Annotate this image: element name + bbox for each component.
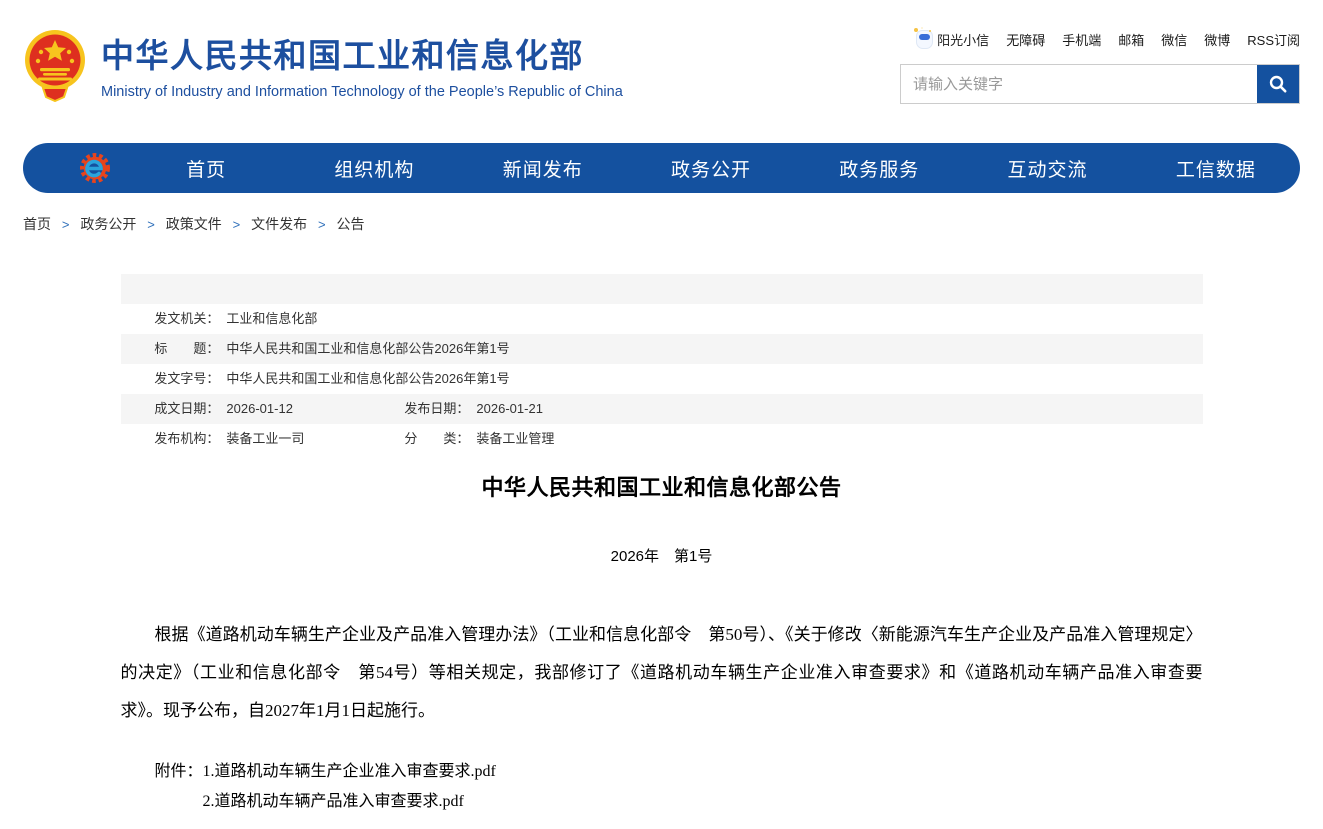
national-emblem-logo bbox=[25, 30, 85, 102]
site-header: 中华人民共和国工业和信息化部 Ministry of Industry and … bbox=[23, 0, 1300, 141]
breadcrumb-separator: > bbox=[232, 217, 241, 232]
meta-label: 分 类： bbox=[404, 431, 470, 446]
crumb-announcement-current: 公告 bbox=[336, 216, 365, 232]
attachment-pdf-link-1[interactable]: 1.道路机动车辆生产企业准入审查要求.pdf bbox=[203, 757, 496, 787]
search-box bbox=[900, 64, 1300, 104]
document-meta-table: 发文机关： 工业和信息化部 标 题： 中华人民共和国工业和信息化部公告2026年第1… bbox=[120, 274, 1203, 446]
utility-links: 阳光小信 无障碍 手机端 邮箱 微信 微博 RSS订阅 bbox=[900, 28, 1300, 49]
meta-value: 装备工业一司 bbox=[226, 431, 305, 446]
breadcrumb: 首页 > 政务公开 > 政策文件 > 文件发布 > 公告 bbox=[23, 214, 1300, 234]
site-subtitle: Ministry of Industry and Information Tec… bbox=[101, 83, 623, 100]
breadcrumb-separator: > bbox=[318, 217, 326, 232]
main-nav: 首页 组织机构 新闻发布 政务公开 政务服务 互动交流 工信数据 bbox=[23, 143, 1300, 193]
meta-row-title: 标 题： 中华人民共和国工业和信息化部公告2026年第1号 bbox=[121, 304, 1203, 356]
search-button[interactable] bbox=[1257, 65, 1299, 103]
link-mobile[interactable]: 手机端 bbox=[1062, 30, 1101, 49]
site-brand: 中华人民共和国工业和信息化部 Ministry of Industry and … bbox=[23, 26, 623, 102]
attachments-label: 附件： bbox=[154, 763, 203, 780]
crumb-document-release[interactable]: 文件发布 bbox=[251, 216, 307, 232]
link-weibo[interactable]: 微博 bbox=[1204, 30, 1230, 49]
crumb-gov-disclosure[interactable]: 政务公开 bbox=[80, 216, 136, 232]
link-rss[interactable]: RSS订阅 bbox=[1247, 30, 1300, 49]
breadcrumb-separator: > bbox=[147, 217, 155, 232]
crumb-policy-documents[interactable]: 政策文件 bbox=[166, 216, 222, 232]
search-input[interactable] bbox=[901, 65, 1299, 103]
attachments-block: 附件： 1.道路机动车辆生产企业准入审查要求.pdf 2.道路机动车辆产品准入审… bbox=[155, 757, 1203, 817]
nav-item-miit-data[interactable]: 工信数据 bbox=[1132, 155, 1300, 182]
announcement-issue-number: 2026年 第1号 bbox=[610, 548, 713, 565]
nav-item-home[interactable]: 首页 bbox=[122, 155, 290, 182]
nav-item-interaction[interactable]: 互动交流 bbox=[963, 155, 1131, 182]
robot-mascot-icon bbox=[914, 28, 934, 49]
meta-row-issuing-authority: 发文机关： 工业和信息化部 bbox=[120, 274, 1203, 326]
link-accessibility[interactable]: 无障碍 bbox=[1006, 30, 1045, 49]
crumb-home[interactable]: 首页 bbox=[23, 216, 51, 232]
meta-label: 发布机构： bbox=[154, 431, 220, 446]
announcement-title: 中华人民共和国工业和信息化部公告 bbox=[481, 475, 842, 500]
meta-row-publisher-category: 发布机构： 装备工业一司 分 类： 装备工业管理 bbox=[120, 394, 1203, 446]
miit-gear-e-icon bbox=[78, 150, 122, 186]
link-sunshine[interactable]: 阳光小信 bbox=[937, 30, 989, 49]
search-icon bbox=[1269, 75, 1287, 93]
nav-item-gov-services[interactable]: 政务服务 bbox=[795, 155, 963, 182]
site-title: 中华人民共和国工业和信息化部 bbox=[101, 36, 584, 74]
nav-item-gov-disclosure[interactable]: 政务公开 bbox=[627, 155, 795, 182]
link-mail[interactable]: 邮箱 bbox=[1118, 30, 1144, 49]
meta-value: 装备工业管理 bbox=[476, 431, 555, 446]
attachment-pdf-link-2[interactable]: 2.道路机动车辆产品准入审查要求.pdf bbox=[203, 787, 496, 817]
link-wechat[interactable]: 微信 bbox=[1161, 30, 1187, 49]
meta-row-document-number: 发文字号： 中华人民共和国工业和信息化部公告2026年第1号 bbox=[120, 334, 1203, 386]
sunshine-assistant-link[interactable]: 阳光小信 bbox=[914, 28, 989, 49]
nav-item-news[interactable]: 新闻发布 bbox=[459, 155, 627, 182]
breadcrumb-separator: > bbox=[61, 217, 70, 232]
meta-row-dates: 成文日期： 2026-01-12 发布日期： 2026-01-21 bbox=[121, 364, 1203, 416]
announcement-body-paragraph: 根据《道路机动车辆生产企业及产品准入管理办法》（工业和信息化部令 第50号）、《… bbox=[120, 625, 1203, 720]
article-content: 发文机关： 工业和信息化部 标 题： 中华人民共和国工业和信息化部公告2026年第1… bbox=[120, 274, 1203, 817]
nav-item-organization[interactable]: 组织机构 bbox=[290, 155, 458, 182]
